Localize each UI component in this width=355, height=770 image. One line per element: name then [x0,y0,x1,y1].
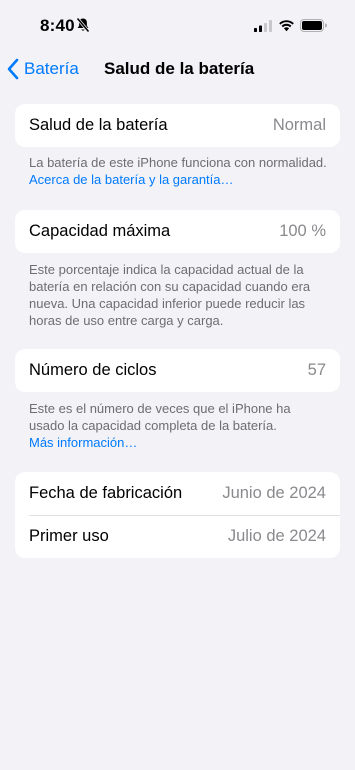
status-bar: 8:40 [0,0,355,52]
manufacture-date-label: Fecha de fabricación [29,484,183,502]
health-footnote-text: La batería de este iPhone funciona con n… [29,155,327,170]
health-label: Salud de la batería [29,116,168,134]
chevron-left-icon [7,58,19,80]
cycles-value: 57 [307,361,326,379]
health-value: Normal [272,116,326,134]
warranty-link[interactable]: Acerca de la batería y la garantía… [29,172,234,187]
wifi-icon [279,20,294,32]
dates-group: Fecha de fabricación Junio de 2024 Prime… [15,472,340,558]
cycles-footnote-text: Este es el número de veces que el iPhone… [29,401,291,433]
health-row: Salud de la batería Normal [15,104,340,147]
cellular-signal-icon [254,20,272,32]
status-time: 8:40 [40,16,75,35]
first-use-value: Julio de 2024 [227,527,326,545]
more-info-link[interactable]: Más información… [29,435,137,450]
page-title: Salud de la batería [104,59,255,78]
first-use-label: Primer uso [29,527,109,545]
cycles-group: Número de ciclos 57 [15,349,340,392]
capacity-footnote: Este porcentaje indica la capacidad actu… [29,262,311,328]
screen: 8:40 Batería Salud de la batería Salud d… [0,0,355,770]
bell-slash-icon [76,17,90,33]
manufacture-date-row: Fecha de fabricación Junio de 2024 [15,472,340,515]
capacity-group: Capacidad máxima 100 % [15,210,340,253]
health-footnote: La batería de este iPhone funciona con n… [29,154,329,188]
cycles-label: Número de ciclos [29,361,157,379]
capacity-row: Capacidad máxima 100 % [15,210,340,253]
cycles-footnote: Este es el número de veces que el iPhone… [29,400,329,451]
cycles-row: Número de ciclos 57 [15,349,340,392]
back-button-label: Batería [24,59,79,78]
battery-icon [300,19,327,32]
back-button[interactable]: Batería [6,56,79,82]
manufacture-date-value: Junio de 2024 [222,484,326,502]
navigation-bar: Batería Salud de la batería [0,52,355,86]
capacity-label: Capacidad máxima [29,222,171,240]
first-use-row: Primer uso Julio de 2024 [15,515,340,558]
health-group: Salud de la batería Normal [15,104,340,147]
capacity-value: 100 % [279,222,326,240]
